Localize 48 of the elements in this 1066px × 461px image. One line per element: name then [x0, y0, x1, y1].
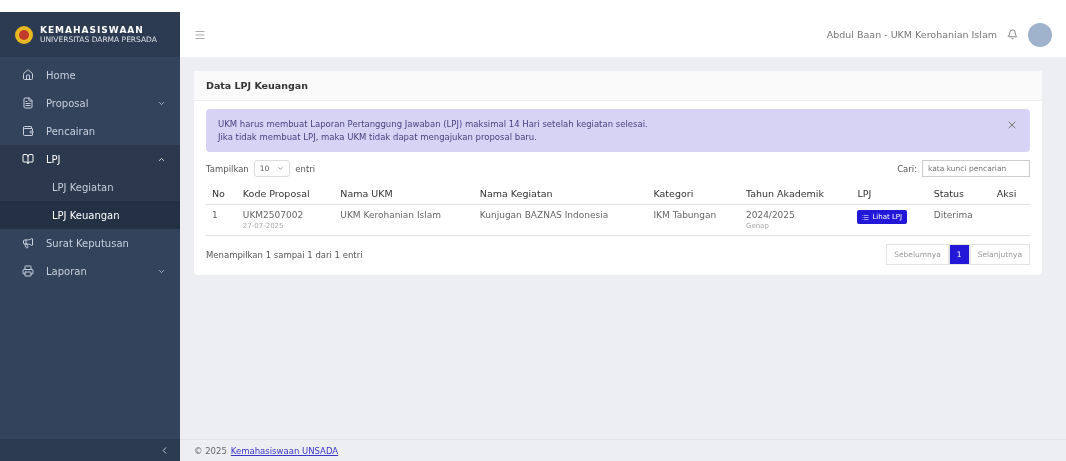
table-cell: 1	[206, 204, 237, 236]
book-icon	[22, 153, 34, 165]
sidebar-item[interactable]: LPJ	[0, 145, 180, 173]
sidebar-subitem[interactable]: LPJ Keuangan	[0, 201, 180, 229]
column-header[interactable]: Tahun Akademik	[739, 183, 852, 205]
table-cell: Diterima	[927, 204, 991, 236]
sidebar-item[interactable]: Proposal	[0, 89, 180, 117]
megaphone-icon	[22, 237, 34, 249]
column-header[interactable]: Kategori	[647, 183, 740, 205]
sidebar-subitem[interactable]: LPJ Kegiatan	[0, 173, 180, 201]
column-header[interactable]: Nama UKM	[334, 183, 474, 205]
proposal-code: UKM2507002	[242, 210, 305, 220]
wallet-icon	[22, 125, 34, 137]
home-icon	[22, 69, 34, 81]
column-header[interactable]: LPJ	[851, 183, 928, 205]
menu-icon[interactable]	[194, 28, 206, 41]
table-cell: UKM Kerohanian Islam	[334, 204, 474, 236]
sidebar-item[interactable]: Laporan	[0, 257, 180, 285]
alert-text: Jika tidak membuat LPJ, maka UKM tidak dapat mengajukan proposal baru.	[218, 132, 538, 142]
column-header[interactable]: No	[206, 183, 237, 205]
close-icon	[1006, 119, 1018, 131]
sidebar-item[interactable]: Surat Keputusan	[0, 229, 180, 257]
card-title: Data LPJ Keuangan	[206, 80, 308, 91]
avatar[interactable]	[1028, 22, 1052, 47]
sidebar-item[interactable]: Pencairan	[0, 117, 180, 145]
document-icon	[22, 97, 34, 109]
copyright-text: © 2025	[194, 445, 227, 456]
search-label: Cari:	[897, 163, 917, 174]
user-name: Abdul Baan - UKM Kerohanian Islam	[826, 29, 997, 40]
printer-icon	[22, 265, 34, 277]
table-cell: IKM Tabungan	[647, 204, 740, 236]
column-header[interactable]: Kode Proposal	[236, 183, 335, 205]
footer-link[interactable]: Kemahasiswaan UNSADA	[230, 445, 339, 456]
sidebar-item[interactable]: Home	[0, 61, 180, 89]
column-header[interactable]: Aksi	[990, 183, 1030, 205]
column-header[interactable]: Status	[927, 183, 991, 205]
brand-title: KEMAHASISWAAN	[40, 25, 145, 35]
list-icon	[862, 213, 870, 221]
table-info: Menampilkan 1 sampai 1 dari 1 entri	[206, 249, 363, 260]
table-cell: Kunjugan BAZNAS Indonesia	[473, 204, 648, 236]
notification-icon[interactable]	[1007, 29, 1018, 40]
column-header[interactable]: Nama Kegiatan	[473, 183, 648, 205]
alert-text: UKM harus membuat Laporan Pertanggung Jawaban (LPJ) maksimal 14 Hari setelah kegiatan selesai.	[218, 119, 649, 129]
length-label: entri	[295, 163, 316, 174]
caret-icon	[277, 165, 285, 172]
academic-year: 2024/2025	[745, 210, 796, 220]
logo-icon	[14, 24, 34, 45]
length-label: Tampilkan	[206, 163, 249, 174]
